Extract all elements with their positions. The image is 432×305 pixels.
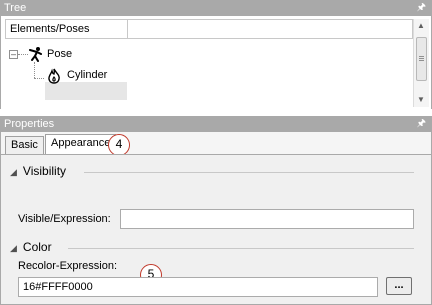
properties-panel-title: Properties 🖈	[0, 116, 432, 132]
tree-connector	[34, 62, 35, 78]
tree-title-label: Tree	[4, 2, 27, 14]
tree-column-header: Elements/Poses	[5, 19, 413, 39]
collapse-triangle-icon[interactable]: ◢	[10, 243, 17, 253]
recolor-expression-label: Recolor-Expression:	[18, 260, 118, 272]
visible-expression-label: Visible/Expression:	[18, 213, 111, 225]
section-visibility-title: Visibility	[22, 164, 67, 178]
tree-connector	[34, 78, 44, 79]
tree-item-cylinder[interactable]: Cylinder	[67, 67, 107, 83]
tree-panel-title: Tree 🖈	[0, 0, 432, 16]
browse-color-button[interactable]: ...	[386, 277, 412, 295]
collapse-toggle-icon[interactable]: –	[9, 50, 18, 59]
tab-appearance[interactable]: Appearance	[45, 134, 117, 154]
tree-scrollbar[interactable]: ▲ ▼	[413, 19, 429, 107]
column-header-elements-poses[interactable]: Elements/Poses	[6, 20, 128, 38]
section-divider	[84, 172, 414, 173]
section-visibility-header[interactable]: ◢ Visibility	[10, 163, 66, 179]
callout-badge: 4	[108, 134, 130, 156]
tree-item-cylinder-row[interactable]	[45, 82, 127, 100]
flame-shape-icon	[48, 68, 60, 84]
tree-view: Elements/Poses ▲ ▼ – Pose Cylinder	[0, 16, 432, 109]
properties-title-label: Properties	[4, 118, 55, 130]
pin-icon[interactable]: 🖈	[417, 0, 426, 16]
section-color-title: Color	[22, 240, 52, 254]
section-color-header[interactable]: ◢ Color	[10, 239, 52, 255]
collapse-triangle-icon[interactable]: ◢	[10, 167, 17, 177]
scroll-up-icon[interactable]: ▲	[417, 21, 425, 30]
pin-icon[interactable]: 🖈	[417, 116, 426, 132]
scroll-down-icon[interactable]: ▼	[417, 95, 425, 104]
pose-figure-icon	[29, 47, 42, 62]
visible-expression-input[interactable]	[120, 209, 414, 229]
section-divider	[68, 248, 414, 249]
scrollbar-thumb[interactable]	[416, 37, 427, 81]
recolor-expression-input[interactable]: 16#FFFF0000	[18, 277, 378, 297]
tree-item-pose[interactable]: Pose	[47, 46, 72, 62]
properties-tab-strip: Basic Appearance	[0, 132, 432, 154]
tab-basic[interactable]: Basic	[5, 136, 44, 154]
